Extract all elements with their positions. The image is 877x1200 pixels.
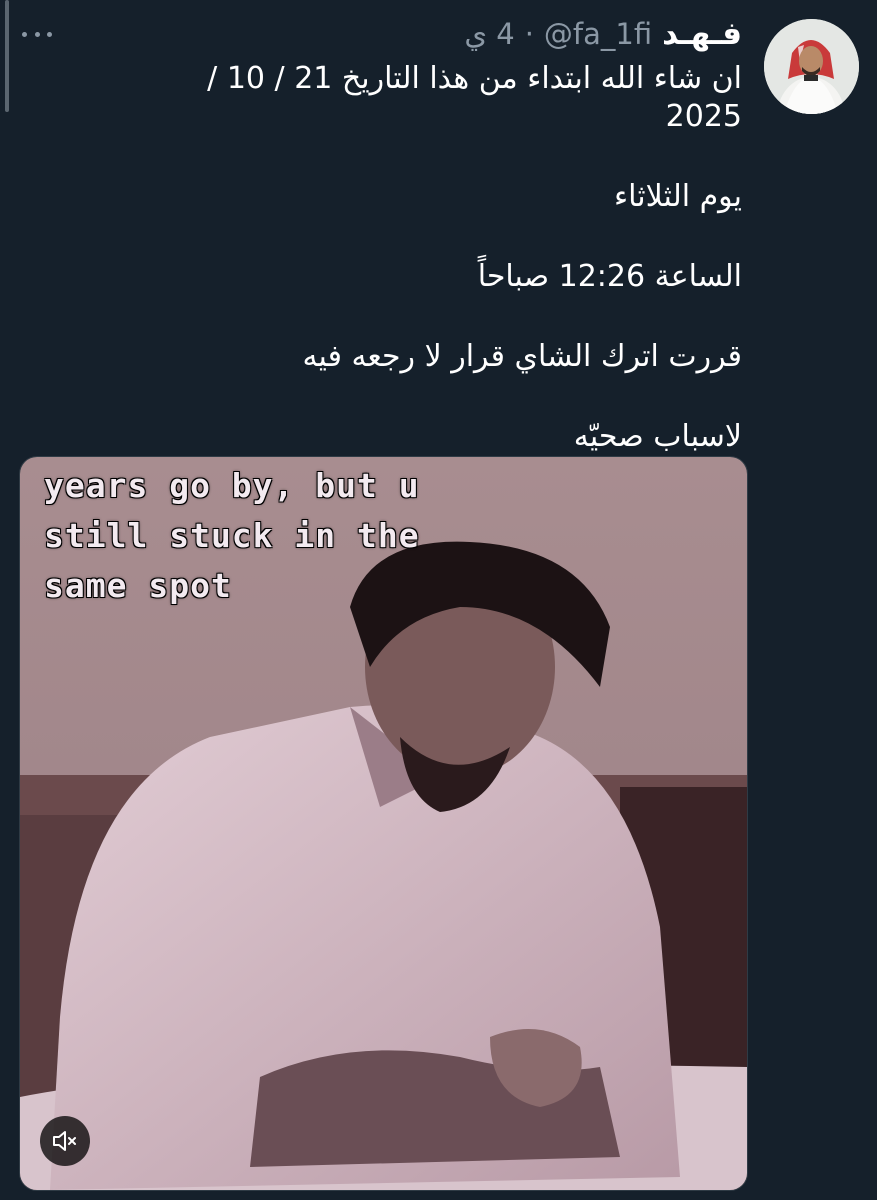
tweet-line: يوم الثلاثاء (614, 179, 742, 214)
user-handle[interactable]: @fa_1fi (544, 17, 652, 51)
tweet-time[interactable]: 4 ي (464, 17, 514, 51)
speaker-muted-icon (53, 1131, 76, 1151)
video-caption: years go by, but u still stuck in the sa… (44, 466, 420, 605)
scrollbar[interactable] (5, 0, 9, 112)
separator-dot: · (524, 17, 534, 51)
tweet-line: الساعة 12:26 صباحاً (477, 259, 742, 294)
mute-toggle-button[interactable] (40, 1116, 90, 1166)
profile-photo (764, 19, 859, 114)
display-name[interactable]: فـهـد (662, 16, 742, 52)
tweet-line: ان شاء الله ابتداء من هذا التاريخ 21 / 1… (207, 61, 742, 134)
tweet-line: قررت اترك الشاي قرار لا رجعه فيه (302, 339, 742, 374)
tweet-line: لاسباب صحيّه (573, 419, 742, 454)
tweet-screen: فـهـد @fa_1fi · 4 ي ان شاء الله ابتداء م… (0, 0, 877, 1200)
tweet-video[interactable]: years go by, but u still stuck in the sa… (19, 456, 748, 1191)
tweet-header: فـهـد @fa_1fi · 4 ي (464, 16, 742, 52)
tweet-text: ان شاء الله ابتداء من هذا التاريخ 21 / 1… (122, 60, 742, 498)
avatar[interactable] (764, 19, 859, 114)
more-options-icon[interactable] (22, 22, 52, 46)
